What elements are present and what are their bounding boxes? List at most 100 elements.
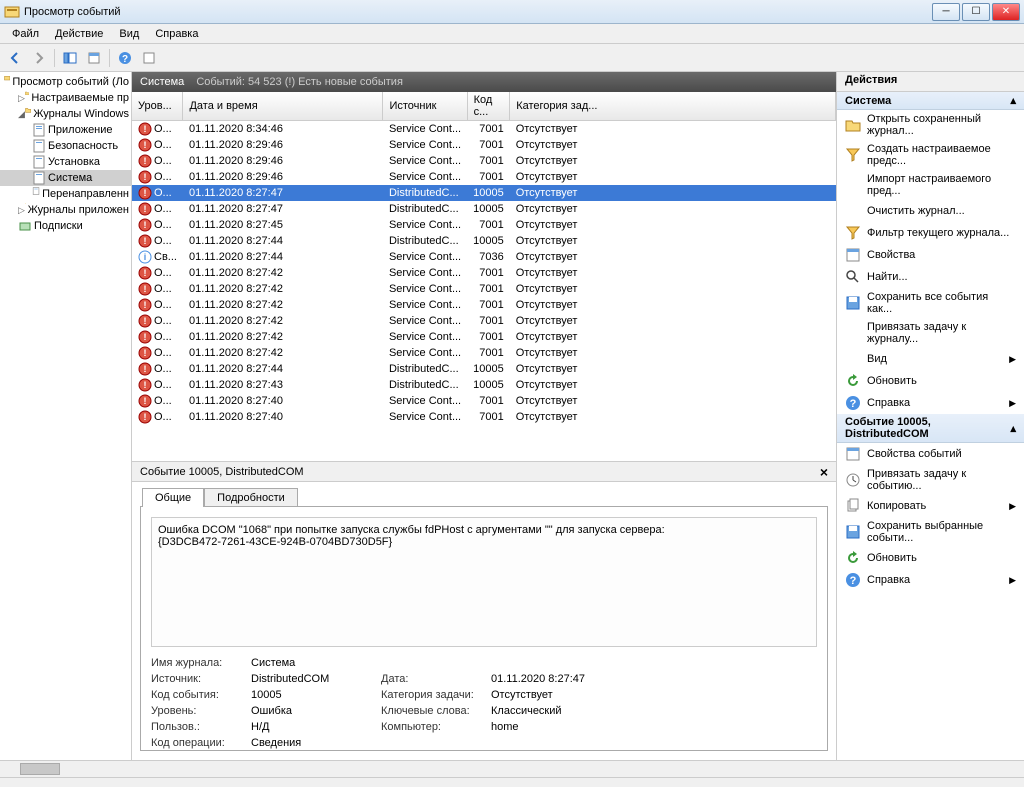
help-button[interactable]: ? (114, 47, 136, 69)
action-help[interactable]: ?Справка▶ (837, 392, 1024, 414)
chevron-right-icon: ▶ (1009, 501, 1016, 512)
expand-icon[interactable]: ▷ (18, 93, 25, 104)
table-row[interactable]: !О...01.11.2020 8:27:43DistributedC...10… (132, 377, 836, 393)
tree-h-scrollbar[interactable] (0, 760, 1024, 777)
tree-application[interactable]: Приложение (0, 122, 131, 138)
table-row[interactable]: !О...01.11.2020 8:29:46Service Cont...70… (132, 137, 836, 153)
action-help2[interactable]: ?Справка▶ (837, 569, 1024, 591)
action-refresh2[interactable]: Обновить (837, 547, 1024, 569)
minimize-button[interactable]: ─ (932, 3, 960, 21)
detail-close-button[interactable]: × (820, 464, 828, 480)
keywords-value: Классический (491, 705, 641, 717)
menu-bar: Файл Действие Вид Справка (0, 24, 1024, 44)
table-row[interactable]: !О...01.11.2020 8:27:44DistributedC...10… (132, 233, 836, 249)
table-row[interactable]: !О...01.11.2020 8:27:40Service Cont...70… (132, 393, 836, 409)
forward-button[interactable] (28, 47, 50, 69)
table-row[interactable]: !О...01.11.2020 8:29:46Service Cont...70… (132, 153, 836, 169)
action-properties[interactable]: Свойства (837, 244, 1024, 266)
action-filter-current[interactable]: Фильтр текущего журнала... (837, 222, 1024, 244)
navigation-tree: Просмотр событий (Ло ▷ Настраиваемые пр … (0, 72, 132, 760)
table-row[interactable]: !О...01.11.2020 8:27:45Service Cont...70… (132, 217, 836, 233)
open-icon (845, 117, 861, 133)
menu-help[interactable]: Справка (147, 26, 206, 42)
col-datetime[interactable]: Дата и время (183, 92, 383, 121)
collapse-icon[interactable]: ◢ (18, 109, 25, 120)
error-icon: ! (138, 298, 152, 312)
table-row[interactable]: !О...01.11.2020 8:27:47DistributedC...10… (132, 201, 836, 217)
col-source[interactable]: Источник (383, 92, 467, 121)
action-create-custom[interactable]: Создать настраиваемое предс... (837, 140, 1024, 170)
log-icon (32, 123, 46, 137)
action-event-props[interactable]: Свойства событий (837, 443, 1024, 465)
back-button[interactable] (4, 47, 26, 69)
log-icon (32, 187, 40, 201)
tab-details[interactable]: Подробности (204, 488, 298, 507)
menu-file[interactable]: Файл (4, 26, 47, 42)
event-list[interactable]: Уров... Дата и время Источник Код с... К… (132, 92, 836, 462)
svg-text:?: ? (850, 398, 857, 410)
table-row[interactable]: !О...01.11.2020 8:27:47DistributedC...10… (132, 185, 836, 201)
window-title: Просмотр событий (24, 6, 932, 18)
menu-view[interactable]: Вид (111, 26, 147, 42)
level-value: Ошибка (251, 705, 381, 717)
log-icon (32, 171, 46, 185)
error-icon: ! (138, 362, 152, 376)
tree-security[interactable]: Безопасность (0, 138, 131, 154)
action-attach-task-event[interactable]: Привязать задачу к событию... (837, 465, 1024, 495)
action-find[interactable]: Найти... (837, 266, 1024, 288)
expand-icon[interactable]: ▷ (18, 205, 25, 216)
col-code[interactable]: Код с... (467, 92, 510, 121)
svg-text:!: ! (144, 332, 147, 342)
table-row[interactable]: !О...01.11.2020 8:27:42Service Cont...70… (132, 281, 836, 297)
save-icon (845, 295, 861, 311)
tree-custom-views[interactable]: ▷ Настраиваемые пр (0, 90, 131, 106)
close-button[interactable]: ✕ (992, 3, 1020, 21)
action-import-custom[interactable]: Импорт настраиваемого пред... (837, 170, 1024, 200)
maximize-button[interactable]: ☐ (962, 3, 990, 21)
tree-system[interactable]: Система (0, 170, 131, 186)
svg-text:!: ! (144, 124, 147, 134)
tab-general[interactable]: Общие (142, 488, 204, 507)
table-row[interactable]: !О...01.11.2020 8:27:42Service Cont...70… (132, 329, 836, 345)
table-row[interactable]: iСв...01.11.2020 8:27:44Service Cont...7… (132, 249, 836, 265)
col-level[interactable]: Уров... (132, 92, 183, 121)
refresh-button[interactable] (138, 47, 160, 69)
table-row[interactable]: !О...01.11.2020 8:34:46Service Cont...70… (132, 121, 836, 138)
action-attach-task[interactable]: Привязать задачу к журналу... (837, 318, 1024, 348)
properties-button[interactable] (83, 47, 105, 69)
tree-setup[interactable]: Установка (0, 154, 131, 170)
detail-header: Событие 10005, DistributedCOM × (132, 462, 836, 482)
show-tree-button[interactable] (59, 47, 81, 69)
action-clear-log[interactable]: Очистить журнал... (837, 200, 1024, 222)
svg-text:!: ! (144, 284, 147, 294)
col-category[interactable]: Категория зад... (510, 92, 836, 121)
tree-app-logs[interactable]: ▷ Журналы приложен (0, 202, 131, 218)
collapse-icon[interactable]: ▴ (1010, 94, 1016, 107)
table-row[interactable]: !О...01.11.2020 8:27:42Service Cont...70… (132, 313, 836, 329)
actions-header: Действия (837, 72, 1024, 92)
table-row[interactable]: !О...01.11.2020 8:27:44DistributedC...10… (132, 361, 836, 377)
table-row[interactable]: !О...01.11.2020 8:27:42Service Cont...70… (132, 265, 836, 281)
tree-windows-logs[interactable]: ◢ Журналы Windows (0, 106, 131, 122)
table-row[interactable]: !О...01.11.2020 8:29:46Service Cont...70… (132, 169, 836, 185)
action-view[interactable]: Вид▶ (837, 348, 1024, 370)
properties-icon (845, 446, 861, 462)
refresh-icon (845, 373, 861, 389)
table-row[interactable]: !О...01.11.2020 8:27:40Service Cont...70… (132, 409, 836, 425)
action-open-saved[interactable]: Открыть сохраненный журнал... (837, 110, 1024, 140)
action-save-all[interactable]: Сохранить все события как... (837, 288, 1024, 318)
opcode-label: Код операции: (151, 737, 251, 749)
action-save-selected[interactable]: Сохранить выбранные событи... (837, 517, 1024, 547)
tree-subscriptions[interactable]: Подписки (0, 218, 131, 234)
error-icon: ! (138, 378, 152, 392)
action-refresh[interactable]: Обновить (837, 370, 1024, 392)
task-icon (845, 472, 861, 488)
tree-root[interactable]: Просмотр событий (Ло (0, 74, 131, 90)
menu-action[interactable]: Действие (47, 26, 111, 42)
action-copy[interactable]: Копировать▶ (837, 495, 1024, 517)
table-row[interactable]: !О...01.11.2020 8:27:42Service Cont...70… (132, 345, 836, 361)
tree-forwarded[interactable]: Перенаправленн (0, 186, 131, 202)
svg-text:!: ! (144, 268, 147, 278)
collapse-icon[interactable]: ▴ (1010, 422, 1016, 435)
table-row[interactable]: !О...01.11.2020 8:27:42Service Cont...70… (132, 297, 836, 313)
